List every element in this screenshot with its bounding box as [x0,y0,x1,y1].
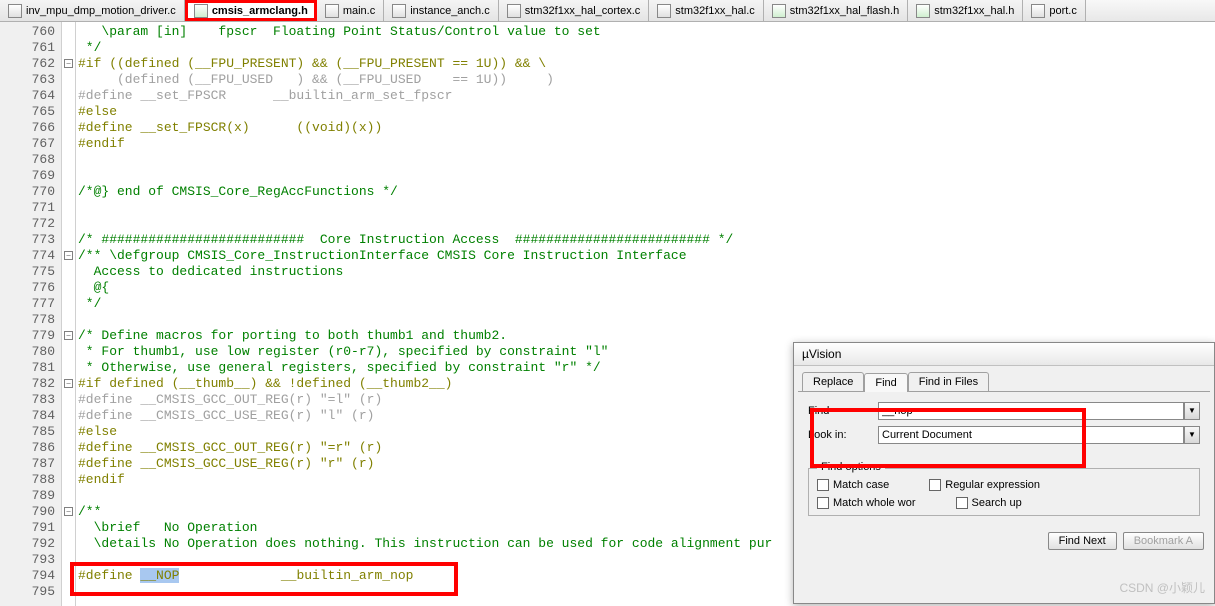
dialog-title: µVision [794,343,1214,366]
tab-file[interactable]: stm32f1xx_hal.h [908,0,1023,21]
tab-find-in-files[interactable]: Find in Files [908,372,989,391]
fold-column[interactable]: −−−−− [62,22,76,606]
file-icon [1031,4,1045,18]
file-icon [657,4,671,18]
file-icon [8,4,22,18]
regex-checkbox[interactable]: Regular expression [929,479,1040,491]
tab-file[interactable]: stm32f1xx_hal_flash.h [764,0,908,21]
dialog-buttons: Find Next Bookmark A [794,526,1214,556]
find-label: Find [808,405,878,417]
file-icon [392,4,406,18]
bookmark-button[interactable]: Bookmark A [1123,532,1204,550]
file-icon [507,4,521,18]
tab-file[interactable]: inv_mpu_dmp_motion_driver.c [0,0,185,21]
file-icon [772,4,786,18]
dialog-body: Find ▼ Look in: ▼ Find options Match cas… [798,391,1210,526]
tab-file[interactable]: instance_anch.c [384,0,499,21]
watermark: CSDN @小颖儿 [1119,579,1205,596]
search-up-checkbox[interactable]: Search up [956,497,1022,509]
tab-bar: inv_mpu_dmp_motion_driver.c cmsis_armcla… [0,0,1215,22]
dialog-tabs: Replace Find Find in Files [794,366,1214,391]
match-case-checkbox[interactable]: Match case [817,479,889,491]
file-icon [194,4,208,18]
find-options-legend: Find options [817,461,885,473]
whole-word-checkbox[interactable]: Match whole wor [817,497,916,509]
tab-file[interactable]: stm32f1xx_hal.c [649,0,763,21]
line-gutter: 7607617627637647657667677687697707717727… [0,22,62,606]
tab-replace[interactable]: Replace [802,372,864,391]
lookin-label: Look in: [808,429,878,441]
find-input[interactable] [878,402,1184,420]
dropdown-arrow-icon[interactable]: ▼ [1184,402,1200,420]
tab-file[interactable]: main.c [317,0,384,21]
find-dialog: µVision Replace Find Find in Files Find … [793,342,1215,604]
find-next-button[interactable]: Find Next [1048,532,1117,550]
dropdown-arrow-icon[interactable]: ▼ [1184,426,1200,444]
file-icon [325,4,339,18]
tab-file[interactable]: port.c [1023,0,1086,21]
tab-find[interactable]: Find [864,373,907,392]
find-options-group: Find options Match case Regular expressi… [808,468,1200,516]
file-icon [916,4,930,18]
tab-file[interactable]: stm32f1xx_hal_cortex.c [499,0,650,21]
lookin-input[interactable] [878,426,1184,444]
tab-file-active[interactable]: cmsis_armclang.h [185,0,317,21]
